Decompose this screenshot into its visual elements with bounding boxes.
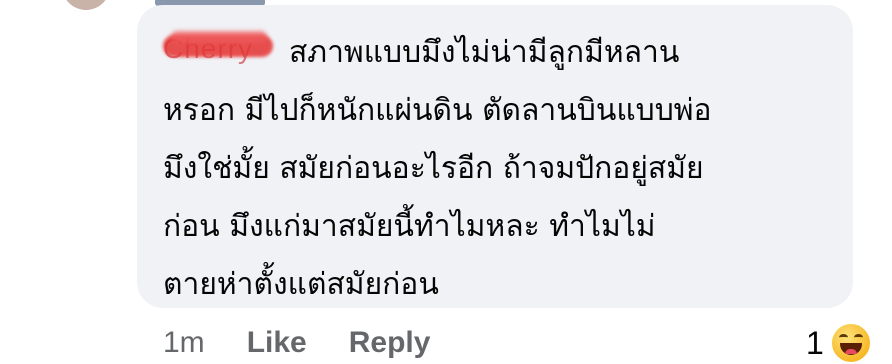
reaction-summary[interactable]: 1 (806, 322, 872, 364)
comment-timestamp[interactable]: 1m (163, 326, 205, 360)
reaction-count: 1 (806, 324, 824, 361)
comment-line: สภาพแบบมึงไม่น่ามีลูกมีหลาน (289, 35, 680, 70)
haha-reaction-icon (829, 322, 872, 364)
comment-line: ตายห่าตั้งแต่สมัยก่อน (163, 267, 439, 302)
avatar[interactable] (62, 0, 110, 10)
like-button[interactable]: Like (247, 326, 307, 360)
comment-line: ก่อน มึงแก่มาสมัยนี้ทำไมหละ ทำไมไม่ (163, 209, 656, 244)
comment-actions: 1m Like Reply (163, 326, 472, 360)
reply-button[interactable]: Reply (349, 326, 431, 360)
comment-line: หรอก มีไปก็หนักแผ่นดิน ตัดลานบินแบบพ่อ (163, 93, 712, 128)
comment-line: มึงใช่มั้ย สมัยก่อนอะไรอีก ถ้าจมปักอยู่ส… (163, 151, 704, 186)
comment-body: สภาพแบบมึงไม่น่ามีลูกมีหลาน หรอก มีไปก็ห… (163, 24, 823, 314)
